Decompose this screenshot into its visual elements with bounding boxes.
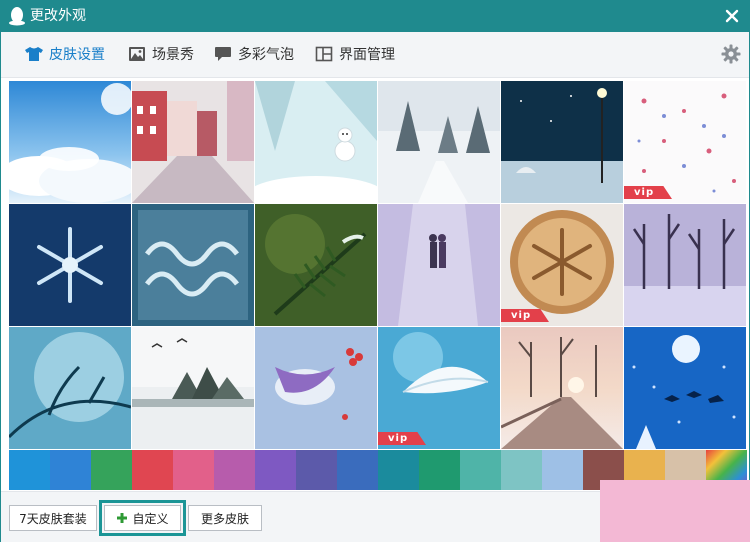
tab-label: 多彩气泡 — [238, 47, 294, 63]
ice-snowflake-image — [9, 204, 131, 326]
snowy-street-image — [132, 81, 254, 203]
skin-thumb-pine-branch[interactable] — [255, 204, 377, 326]
icy-branch-image — [9, 327, 131, 449]
skin-thumb-merry-christmas[interactable] — [132, 204, 254, 326]
snowflake-pattern-image — [624, 81, 746, 203]
tab-label: 皮肤设置 — [49, 47, 105, 63]
layout-icon — [315, 46, 333, 62]
couple-walk-image — [378, 204, 500, 326]
skin-thumb-sunset-boardwalk[interactable] — [501, 327, 623, 449]
content-area: 皮肤设置 场景秀 多彩气泡 界面管理 vip vip vip 7天皮肤套装 自定… — [1, 32, 749, 542]
latte-image — [501, 204, 623, 326]
plus-icon — [117, 513, 128, 523]
color-swatch[interactable] — [214, 450, 255, 490]
tab-bar: 皮肤设置 场景秀 多彩气泡 界面管理 — [1, 32, 749, 78]
clouds-image — [9, 81, 131, 203]
color-swatch[interactable] — [132, 450, 173, 490]
snow-forest-image — [378, 81, 500, 203]
trial-skin-set-button[interactable]: 7天皮肤套装 — [9, 505, 97, 531]
color-swatch[interactable] — [542, 450, 583, 490]
color-swatch[interactable] — [296, 450, 337, 490]
skin-thumb-icy-branch[interactable] — [9, 327, 131, 449]
image-icon — [129, 47, 145, 61]
more-skins-button[interactable]: 更多皮肤 — [188, 505, 262, 531]
pine-branch-image — [255, 204, 377, 326]
tab-skin-settings[interactable]: 皮肤设置 — [25, 43, 105, 65]
gear-icon[interactable] — [721, 44, 741, 64]
title-bar: 更改外观 — [0, 0, 750, 32]
skin-thumb-couple-walk[interactable] — [378, 204, 500, 326]
skin-thumb-snowy-street[interactable] — [132, 81, 254, 203]
skin-thumb-clouds[interactable] — [9, 81, 131, 203]
skin-thumb-purple-trees[interactable] — [624, 204, 746, 326]
color-swatch[interactable] — [91, 450, 132, 490]
winter-lake-image — [132, 327, 254, 449]
color-swatch[interactable] — [501, 450, 542, 490]
bird-berries-image — [255, 327, 377, 449]
color-swatch[interactable] — [9, 450, 50, 490]
color-swatch[interactable] — [255, 450, 296, 490]
change-appearance-window: 更改外观 皮肤设置 场景秀 多彩气泡 界面管理 vip vip vip 7天皮肤… — [0, 0, 750, 542]
purple-trees-image — [624, 204, 746, 326]
color-swatch[interactable] — [378, 450, 419, 490]
color-swatch[interactable] — [173, 450, 214, 490]
skin-thumb-feather[interactable]: vip — [378, 327, 500, 449]
skin-thumb-night-lamp[interactable] — [501, 81, 623, 203]
tab-interface-manage[interactable]: 界面管理 — [315, 43, 395, 65]
moon-reindeer-image — [624, 327, 746, 449]
pink-overlay — [600, 480, 750, 542]
merry-christmas-image — [132, 204, 254, 326]
skin-thumb-snowman[interactable] — [255, 81, 377, 203]
window-title: 更改外观 — [30, 8, 86, 24]
skin-thumb-snow-forest[interactable] — [378, 81, 500, 203]
close-button[interactable] — [722, 6, 742, 26]
tab-colorful-bubble[interactable]: 多彩气泡 — [214, 43, 294, 65]
tab-label: 界面管理 — [339, 47, 395, 63]
feather-image — [378, 327, 500, 449]
skin-grid: vip vip vip — [9, 81, 747, 450]
color-swatch[interactable] — [50, 450, 91, 490]
shirt-icon — [25, 47, 43, 61]
snowman-image — [255, 81, 377, 203]
tab-label: 场景秀 — [152, 47, 194, 63]
skin-thumb-winter-lake[interactable] — [132, 327, 254, 449]
chat-bubble-icon — [215, 47, 231, 61]
skin-thumb-ice-snowflake[interactable] — [9, 204, 131, 326]
custom-button[interactable]: 自定义 — [99, 500, 186, 536]
color-swatch[interactable] — [460, 450, 501, 490]
color-swatch[interactable] — [419, 450, 460, 490]
skin-thumb-bird-berries[interactable] — [255, 327, 377, 449]
qq-penguin-icon — [9, 7, 25, 26]
night-lamp-image — [501, 81, 623, 203]
close-icon — [725, 9, 739, 23]
skin-thumb-latte[interactable]: vip — [501, 204, 623, 326]
tab-scene-show[interactable]: 场景秀 — [128, 43, 194, 65]
sunset-boardwalk-image — [501, 327, 623, 449]
skin-thumb-moon-reindeer[interactable] — [624, 327, 746, 449]
color-swatch[interactable] — [337, 450, 378, 490]
skin-thumb-snowflake-pattern[interactable]: vip — [624, 81, 746, 203]
custom-button-label: 自定义 — [132, 511, 169, 526]
